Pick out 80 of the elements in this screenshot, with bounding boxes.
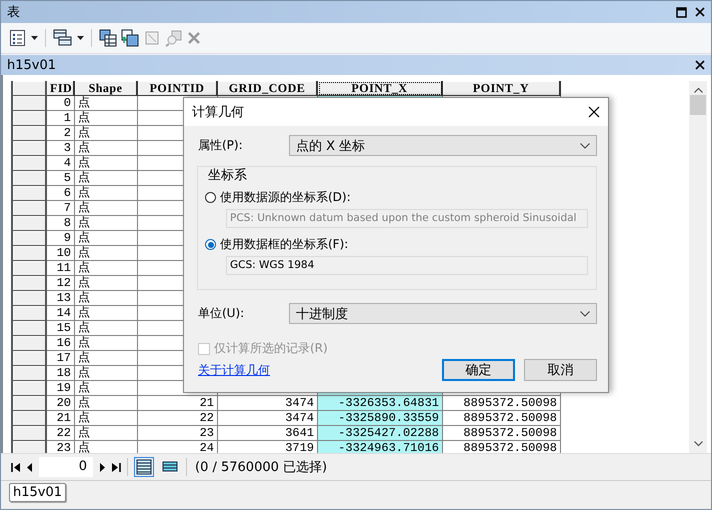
- help-link[interactable]: 关于计算几何: [198, 362, 433, 378]
- column-header[interactable]: FID: [47, 81, 75, 96]
- radio-label[interactable]: 使用数据框的坐标系(F):: [220, 236, 348, 253]
- table-cell: 点: [75, 186, 138, 201]
- table-cell: 19: [47, 381, 75, 396]
- table-cell: 点: [75, 426, 138, 441]
- table-cell: 点: [75, 231, 138, 246]
- table-cell: 点: [75, 156, 138, 171]
- record-number-field[interactable]: 0: [39, 457, 93, 477]
- table-title: h15v01: [7, 58, 58, 72]
- table-cell: 8895372.50098: [443, 426, 561, 441]
- table-cell: 7: [47, 201, 75, 216]
- table-cell: 8: [47, 216, 75, 231]
- column-header[interactable]: POINTID: [138, 81, 218, 96]
- table-cell: 8895372.50098: [443, 396, 561, 411]
- table-cell: 点: [75, 246, 138, 261]
- table-cell: 点: [75, 111, 138, 126]
- table-cell: 点: [75, 141, 138, 156]
- column-header[interactable]: POINT_Y: [443, 81, 561, 96]
- table-cell: 9: [47, 231, 75, 246]
- table-cell: 14: [47, 306, 75, 321]
- table-cell: 21: [138, 396, 218, 411]
- table-cell: 5: [47, 171, 75, 186]
- property-dropdown[interactable]: 点的 X 坐标: [289, 135, 597, 156]
- table-cell: 2: [47, 126, 75, 141]
- column-header[interactable]: Shape: [75, 81, 138, 96]
- table-cell: 4: [47, 156, 75, 171]
- table-cell: 21: [47, 411, 75, 426]
- table-cell: 点: [75, 411, 138, 426]
- table-cell: 1: [47, 111, 75, 126]
- table-cell: 6: [47, 186, 75, 201]
- table-cell: 22: [138, 411, 218, 426]
- cancel-button[interactable]: 取消: [524, 359, 597, 381]
- table-cell: -3325890.33559: [318, 411, 443, 426]
- table-cell: 0: [47, 96, 75, 111]
- table-cell: 点: [75, 261, 138, 276]
- table-cell: 15: [47, 321, 75, 336]
- table-cell: 10: [47, 246, 75, 261]
- table-cell: 点: [75, 126, 138, 141]
- window-title: 表: [7, 4, 21, 21]
- read-only-field: PCS: Unknown datum based upon the custom spheroid Sinusoidal: [226, 209, 588, 228]
- table-cell: 12: [47, 276, 75, 291]
- table-cell: 点: [75, 291, 138, 306]
- field-label: 单位(U):: [198, 305, 246, 322]
- table-cell: 点: [75, 321, 138, 336]
- table-cell: 点: [75, 201, 138, 216]
- group-legend: 坐标系: [205, 166, 588, 184]
- table-cell: 13: [47, 291, 75, 306]
- column-header[interactable]: GRID_CODE: [218, 81, 318, 96]
- table-cell: 17: [47, 351, 75, 366]
- table-cell: 11: [47, 261, 75, 276]
- table-cell: 点: [75, 276, 138, 291]
- radio-label[interactable]: 使用数据源的坐标系(D):: [220, 189, 351, 206]
- table-cell: 点: [75, 96, 138, 111]
- table-cell: 8895372.50098: [443, 411, 561, 426]
- table-cell: 点: [75, 381, 138, 396]
- table-cell: 22: [47, 426, 75, 441]
- table-cell: 点: [75, 171, 138, 186]
- table-cell: 3: [47, 141, 75, 156]
- table-cell: 点: [75, 396, 138, 411]
- table-cell: 点: [75, 306, 138, 321]
- table-cell: -3326353.64831: [318, 396, 443, 411]
- field-label: 属性(P):: [198, 137, 244, 154]
- table-cell: 23: [138, 426, 218, 441]
- selection-status: (0 / 5760000 已选择): [195, 459, 328, 476]
- table-cell: 20: [47, 396, 75, 411]
- table-tab[interactable]: h15v01: [9, 483, 66, 502]
- table-cell: 点: [75, 336, 138, 351]
- ok-button[interactable]: 确定: [442, 359, 515, 381]
- table-cell: 18: [47, 366, 75, 381]
- table-cell: 16: [47, 336, 75, 351]
- table-cell: 点: [75, 366, 138, 381]
- table-cell: 点: [75, 351, 138, 366]
- table-cell: -3325427.02288: [318, 426, 443, 441]
- table-cell: -3324963.71016: [318, 441, 443, 453]
- column-header[interactable]: POINT_X: [318, 81, 443, 96]
- units-dropdown[interactable]: 十进制度: [289, 303, 597, 324]
- read-only-field: GCS: WGS 1984: [226, 256, 588, 275]
- dialog-title: 计算几何: [192, 104, 245, 121]
- table-cell: 点: [75, 216, 138, 231]
